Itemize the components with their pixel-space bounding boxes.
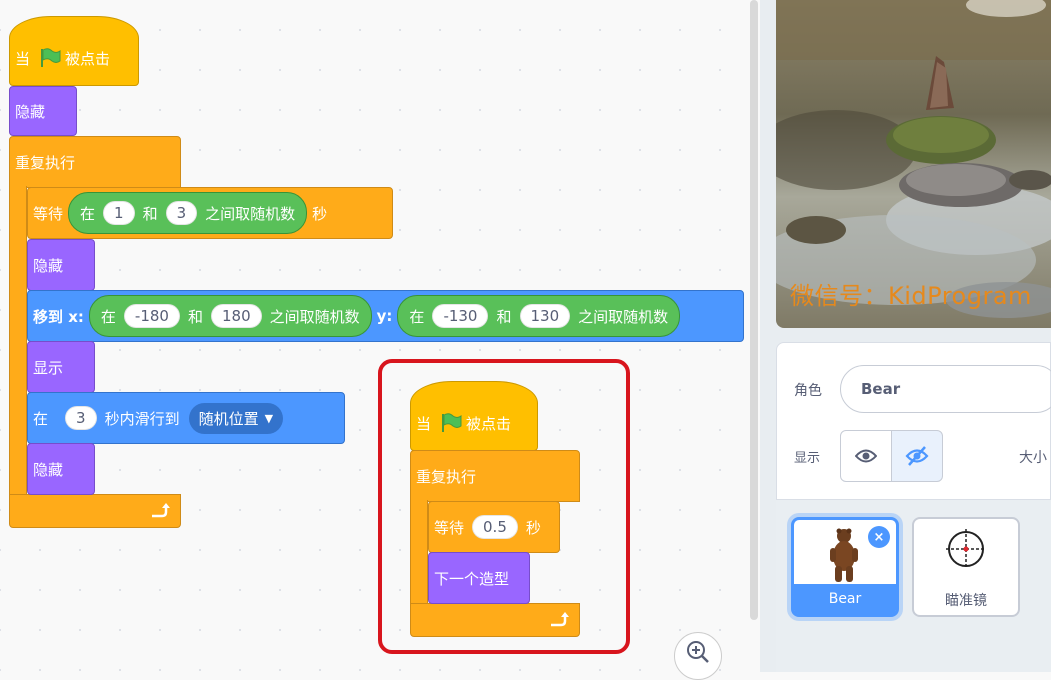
forever-text: 重复执行 [416,467,477,486]
forever-block-arm [410,500,428,605]
sprite-label: 角色 [794,383,822,399]
zoom-in-button[interactable] [674,632,722,680]
hat-when-text: 当 [416,414,432,433]
op-in-text: 在 [80,204,96,223]
loop-arrow-icon [551,612,569,627]
goto-x-text: 移到 x: [33,307,84,326]
sprite-name-caption: Bear [794,584,896,614]
go-to-xy-block[interactable]: 移到 x: 在 -180 和 180 之间取随机数 y: 在 -130 和 13… [27,290,744,342]
eye-hidden-icon [905,446,929,466]
show-sprite-button[interactable] [840,430,892,482]
hat-when-text: 当 [15,49,31,68]
random-operator-block[interactable]: 在 1 和 3 之间取随机数 [68,192,308,234]
forever-block-bottom[interactable] [9,494,181,528]
goto-y-text: y: [376,307,393,325]
sprite-name-caption: 瞄准镜 [945,593,987,609]
next-costume-text: 下一个造型 [434,569,510,588]
when-flag-clicked-block[interactable]: 当 被点击 [9,16,139,86]
hide-text: 隐藏 [33,256,64,275]
hide-text: 隐藏 [33,460,64,479]
op-in-text: 在 [409,307,425,326]
show-label: 显示 [794,451,821,466]
show-block[interactable]: 显示 [27,341,95,393]
crosshair-sprite-image [946,529,986,569]
green-flag-icon [41,48,61,67]
sprite-name-input[interactable]: Bear [840,365,1051,413]
hide-block[interactable]: 隐藏 [9,86,77,136]
op-random-text: 之间取随机数 [269,307,360,326]
hide-sprite-button[interactable] [891,430,943,482]
hide-block[interactable]: 隐藏 [27,239,95,291]
wait-unit-text: 秒 [312,204,328,223]
wait-text: 等待 [33,204,64,223]
delete-sprite-icon[interactable]: × [868,526,890,548]
forever-block[interactable]: 重复执行 [9,136,181,188]
wait-block[interactable]: 等待 0.5 秒 [428,501,560,553]
loop-arrow-icon [152,503,170,518]
glide-to-block[interactable]: 在 3 秒内滑行到 随机位置 ▼ [27,392,345,444]
bear-sprite-image [830,528,858,582]
op-and-text: 和 [496,307,512,326]
forever-block-arm [9,186,27,496]
random-y-to-input[interactable]: 130 [519,304,571,328]
glide-target-dropdown[interactable]: 随机位置 ▼ [188,402,284,434]
workspace-scrollbar[interactable] [750,0,758,620]
random-x-operator-block[interactable]: 在 -180 和 180 之间取随机数 [88,295,372,337]
sprite-thumbnail-crosshair[interactable]: 瞄准镜 [912,517,1020,617]
random-y-from-input[interactable]: -130 [432,304,489,328]
when-flag-clicked-block[interactable]: 当 被点击 [410,381,538,451]
eye-icon [855,449,877,463]
size-label: 大小 [1019,450,1047,466]
forever-block[interactable]: 重复执行 [410,450,580,502]
hat-clicked-text: 被点击 [65,49,111,68]
glide-target-text: 随机位置 [198,409,259,428]
sprite-thumbnail-bear[interactable]: × Bear [791,517,899,617]
random-x-to-input[interactable]: 180 [210,304,262,328]
wait-block[interactable]: 等待 在 1 和 3 之间取随机数 秒 [27,187,393,239]
glide-seconds-input[interactable]: 3 [65,406,97,430]
green-flag-icon [442,413,462,432]
dropdown-arrow-icon: ▼ [264,411,274,425]
forever-block-bottom[interactable] [410,603,580,637]
random-x-from-input[interactable]: -180 [123,304,180,328]
random-from-input[interactable]: 1 [103,201,135,225]
hat-clicked-text: 被点击 [466,414,512,433]
next-costume-block[interactable]: 下一个造型 [428,552,530,604]
op-in-text: 在 [100,307,116,326]
show-text: 显示 [33,358,64,377]
forever-text: 重复执行 [15,153,76,172]
glide-in-text: 在 [33,409,49,428]
random-to-input[interactable]: 3 [165,201,198,225]
wait-seconds-input[interactable]: 0.5 [472,515,518,539]
wait-text: 等待 [434,518,465,537]
random-y-operator-block[interactable]: 在 -130 和 130 之间取随机数 [397,295,681,337]
stage-watermark-text: 微信号：KidProgram [790,282,1032,310]
wait-unit-text: 秒 [525,518,541,537]
op-random-text: 之间取随机数 [578,307,669,326]
hide-block[interactable]: 隐藏 [27,443,95,495]
op-random-text: 之间取随机数 [205,204,296,223]
glide-label-text: 秒内滑行到 [104,409,180,428]
hide-text: 隐藏 [15,102,46,121]
op-and-text: 和 [142,204,158,223]
op-and-text: 和 [187,307,203,326]
zoom-in-icon [687,641,709,663]
